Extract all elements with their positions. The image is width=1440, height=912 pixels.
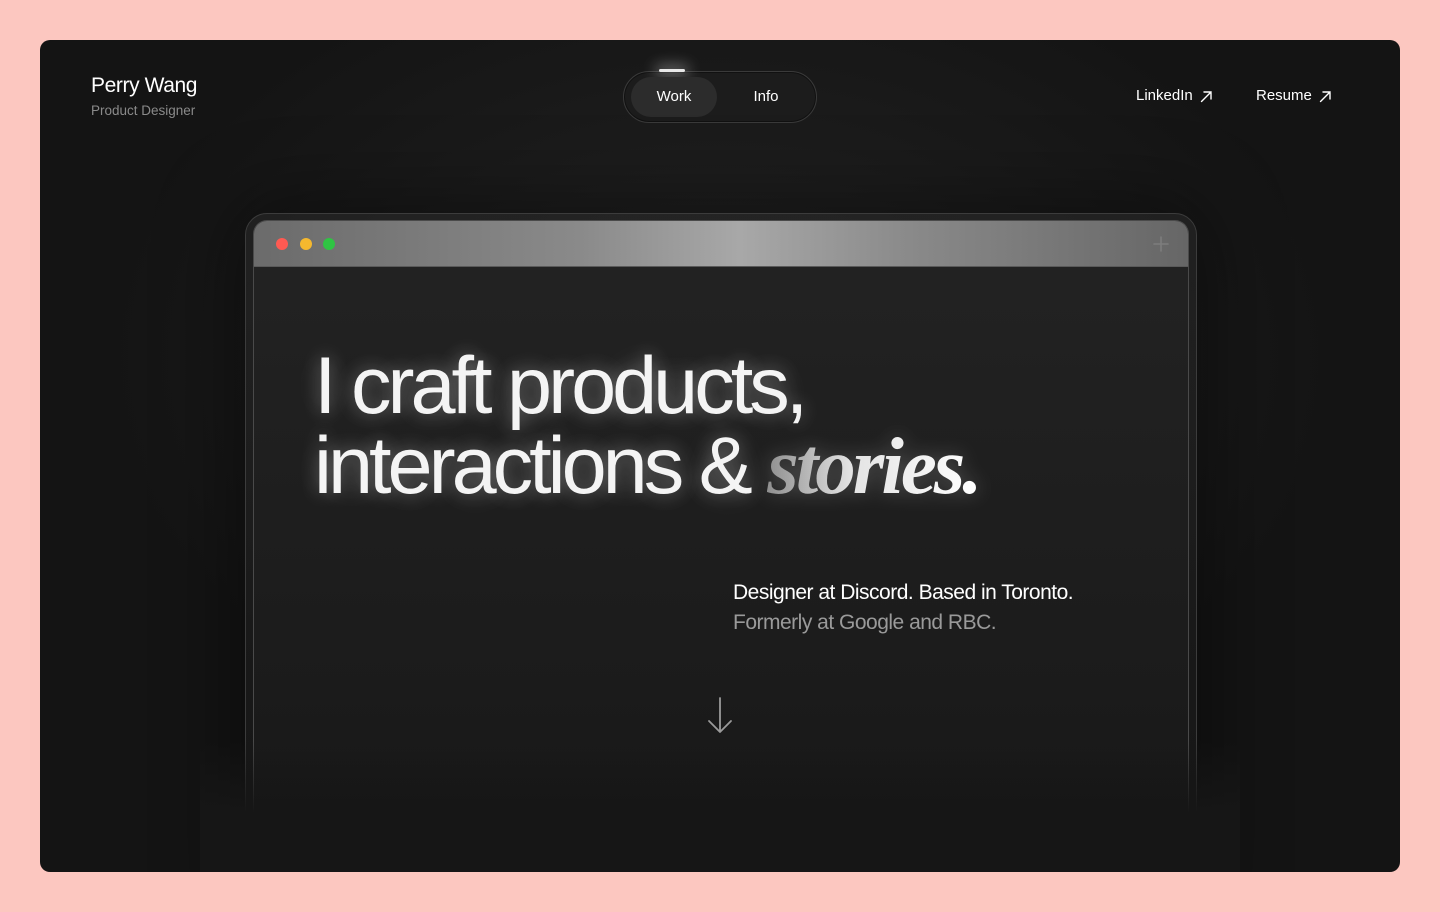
hero-headline: I craft products, interactions & stories… [314, 341, 983, 507]
hero-line-1: I craft products, [314, 341, 808, 431]
hero-line-2-plain: interactions & [314, 421, 768, 511]
bio-former-roles: Formerly at Google and RBC. [733, 611, 997, 634]
linkedin-link-label: LinkedIn [1136, 87, 1193, 104]
scroll-down-arrow-icon[interactable] [706, 696, 734, 736]
browser-title-bar [254, 221, 1188, 267]
bio-current-role: Designer at Discord. Based in Toronto. [733, 581, 1074, 604]
active-tab-indicator [659, 69, 685, 72]
nav-switcher: Work Info [623, 69, 817, 123]
minimize-dot-icon [300, 238, 312, 250]
site-frame: Perry Wang Product Designer Work Info Li… [40, 40, 1400, 872]
resume-link-label: Resume [1256, 87, 1312, 104]
resume-link[interactable]: Resume [1256, 85, 1332, 107]
maximize-dot-icon [323, 238, 335, 250]
bio: Designer at Discord. Based in Toronto. F… [733, 578, 1074, 638]
brand[interactable]: Perry Wang Product Designer [91, 73, 197, 120]
arrow-up-right-icon [1200, 90, 1212, 102]
hero-line-2-italic: stories. [767, 421, 982, 511]
brand-role: Product Designer [91, 103, 196, 118]
brand-name[interactable]: Perry Wang [91, 73, 197, 99]
linkedin-link[interactable]: LinkedIn [1136, 85, 1213, 107]
tab-work[interactable]: Work [631, 77, 717, 117]
plus-icon[interactable] [1152, 235, 1170, 253]
close-dot-icon [276, 238, 288, 250]
arrow-up-right-icon [1319, 90, 1331, 102]
bottom-fade [200, 740, 1240, 872]
hero-line-2: interactions & stories. [314, 426, 983, 507]
tab-info[interactable]: Info [725, 77, 807, 117]
